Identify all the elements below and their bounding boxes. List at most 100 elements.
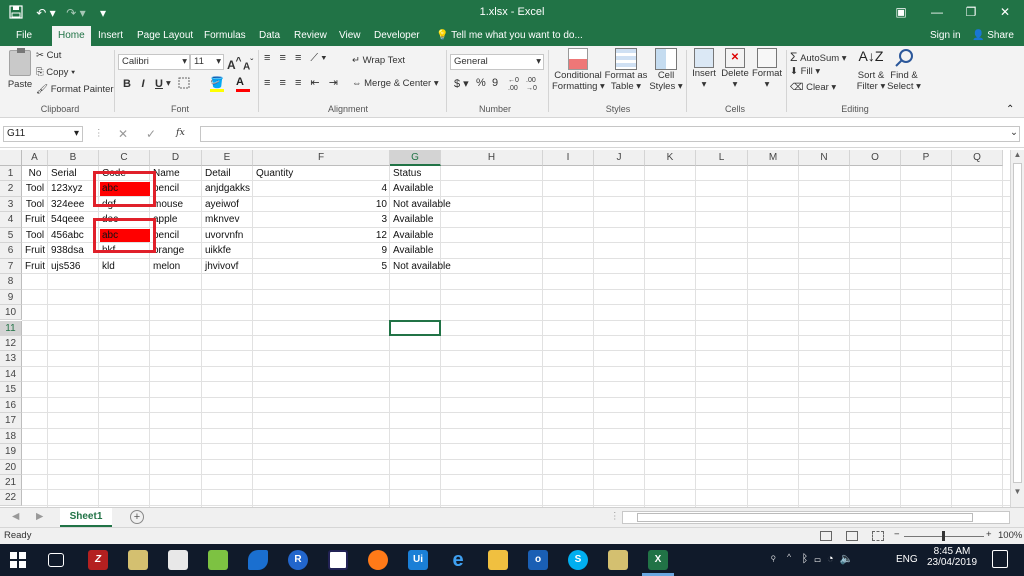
- vnc-icon[interactable]: [328, 550, 348, 570]
- row-header[interactable]: 3: [0, 196, 22, 213]
- outlook-icon[interactable]: o: [528, 550, 548, 570]
- row-header[interactable]: 14: [0, 366, 22, 383]
- scroll-up-icon[interactable]: ▲: [1011, 150, 1024, 159]
- row-header[interactable]: 22: [0, 490, 22, 506]
- tab-file[interactable]: File: [10, 26, 38, 46]
- format-as-table-button[interactable]: Format as Table ▾: [604, 48, 648, 102]
- currency-button[interactable]: $ ▾: [454, 77, 469, 90]
- edge-icon[interactable]: e: [448, 550, 468, 570]
- bluetooth-icon[interactable]: ᛒ: [802, 553, 809, 565]
- delete-cells-button[interactable]: ✕ Delete ▾: [720, 48, 750, 102]
- column-header[interactable]: J: [594, 150, 645, 166]
- cell[interactable]: 324eee: [48, 197, 99, 212]
- select-all-corner[interactable]: [0, 150, 22, 166]
- horizontal-align-icons[interactable]: ≡ ≡ ≡ ⇤ ⇥: [264, 76, 341, 89]
- bold-button[interactable]: B: [120, 76, 134, 92]
- column-header[interactable]: G: [390, 150, 441, 166]
- cell[interactable]: Not available: [390, 259, 451, 274]
- volume-icon[interactable]: 🔈: [840, 553, 854, 565]
- cell[interactable]: apple: [150, 212, 202, 227]
- page-break-view-icon[interactable]: [872, 531, 884, 541]
- row-header[interactable]: 6: [0, 243, 22, 259]
- customize-qa-icon[interactable]: ▾: [96, 5, 110, 21]
- ribbon-display-icon[interactable]: ▣: [886, 2, 916, 22]
- grow-font-button[interactable]: A^: [227, 54, 242, 72]
- cancel-icon[interactable]: ✕: [118, 127, 128, 141]
- column-header[interactable]: D: [150, 150, 202, 166]
- app-icon[interactable]: [128, 550, 148, 570]
- row-header[interactable]: 4: [0, 212, 22, 228]
- row-header[interactable]: 21: [0, 475, 22, 491]
- row-header[interactable]: 1: [0, 166, 22, 182]
- cell[interactable]: uvorvnfn: [202, 228, 253, 243]
- filezilla-icon[interactable]: Z: [88, 550, 108, 570]
- column-header[interactable]: Q: [952, 150, 1003, 166]
- sort-filter-button[interactable]: A↓Z Sort & Filter ▾: [854, 48, 888, 102]
- insert-cells-button[interactable]: Insert ▾: [690, 48, 718, 102]
- task-view-icon[interactable]: [48, 553, 64, 567]
- add-sheet-icon[interactable]: +: [130, 510, 144, 524]
- formula-input[interactable]: [200, 126, 1020, 142]
- row-header[interactable]: 9: [0, 289, 22, 306]
- cell[interactable]: Tool: [22, 197, 48, 212]
- number-format-select[interactable]: General ▾: [450, 54, 544, 70]
- page-layout-view-icon[interactable]: [846, 531, 858, 541]
- underline-button[interactable]: U: [152, 76, 166, 92]
- tab-developer[interactable]: Developer: [368, 26, 426, 46]
- language-indicator[interactable]: ENG: [896, 554, 918, 565]
- cell[interactable]: Not available: [390, 197, 451, 212]
- cell[interactable]: 123xyz: [48, 181, 99, 196]
- minimize-icon[interactable]: —: [922, 2, 952, 22]
- row-header[interactable]: 15: [0, 382, 22, 398]
- tray-icons[interactable]: ⚲ ⌃ ᛒ ▭ ◔ 🔈: [770, 552, 854, 565]
- column-header[interactable]: L: [696, 150, 748, 166]
- h-scroll-thumb[interactable]: [637, 513, 973, 522]
- paste-button[interactable]: Paste: [6, 48, 34, 96]
- file-explorer-icon[interactable]: [488, 550, 508, 570]
- row-header[interactable]: 2: [0, 181, 22, 197]
- cell[interactable]: jhvivovf: [202, 259, 253, 274]
- selected-cell[interactable]: [389, 319, 441, 336]
- cell[interactable]: ujs536: [48, 259, 99, 274]
- cell[interactable]: Serial: [48, 166, 99, 181]
- conditional-formatting-button[interactable]: Conditional Formatting ▾: [552, 48, 605, 102]
- close-icon[interactable]: ✕: [990, 2, 1020, 22]
- column-header[interactable]: C: [99, 150, 150, 166]
- scroll-thumb[interactable]: [1013, 163, 1022, 483]
- cell[interactable]: 4: [253, 181, 390, 196]
- battery-icon[interactable]: ▭: [814, 553, 821, 565]
- clear-button[interactable]: ⌫ Clear ▾: [790, 82, 836, 93]
- sheet-tab-sheet1[interactable]: Sheet1: [60, 508, 112, 527]
- column-header[interactable]: F: [253, 150, 390, 166]
- app-icon[interactable]: [248, 550, 268, 570]
- row-header[interactable]: 5: [0, 227, 22, 244]
- redo-icon[interactable]: ↷ ▾: [64, 5, 88, 21]
- format-cells-button[interactable]: Format ▾: [750, 48, 784, 102]
- skype-icon[interactable]: S: [568, 550, 588, 570]
- save-icon[interactable]: [8, 5, 24, 21]
- cell[interactable]: 456abc: [48, 228, 99, 243]
- r-icon[interactable]: R: [288, 550, 308, 570]
- column-header[interactable]: O: [850, 150, 901, 166]
- format-painter-button[interactable]: 🖌 Format Painter: [36, 84, 114, 95]
- cell[interactable]: ayeiwof: [202, 197, 253, 212]
- merge-center-button[interactable]: ⇔ Merge & Center ▾: [352, 78, 439, 89]
- spreadsheet-grid[interactable]: ABCDEFGHIJKLMNOPQ 1 2 3 4 5 6 7 8 9 10 11 12 13 14 15 1…: [0, 150, 1010, 507]
- cell[interactable]: Fruit: [22, 243, 48, 258]
- share-button[interactable]: 👤 Share: [966, 26, 1020, 46]
- column-header[interactable]: B: [48, 150, 99, 166]
- excel-icon[interactable]: X: [648, 550, 668, 570]
- zoom-out-icon[interactable]: −: [894, 529, 900, 540]
- cell[interactable]: orange: [150, 243, 202, 258]
- row-header[interactable]: 11: [0, 320, 22, 336]
- tab-review[interactable]: Review: [288, 26, 333, 46]
- chevron-up-icon[interactable]: ⌃: [786, 553, 793, 565]
- sign-in-link[interactable]: Sign in: [924, 26, 967, 46]
- borders-icon[interactable]: [178, 77, 198, 91]
- cell[interactable]: Fruit: [22, 212, 48, 227]
- decrease-decimal-button[interactable]: .00 →0: [526, 77, 537, 93]
- cell[interactable]: Quantity: [253, 166, 390, 181]
- column-header[interactable]: E: [202, 150, 253, 166]
- tab-page-layout[interactable]: Page Layout: [131, 26, 199, 46]
- split-handle-icon[interactable]: ⋮: [610, 511, 620, 522]
